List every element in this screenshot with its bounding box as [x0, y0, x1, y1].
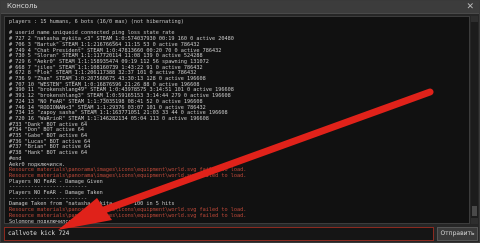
command-row: callvote kick 724 Отправить — [4, 227, 478, 241]
console-output: players : 15 humans, 6 bots (16/0 max) (… — [4, 16, 470, 224]
console-line: players : 15 humans, 6 bots (16/0 max) (… — [9, 19, 184, 25]
console-window: Консоль ✕ players : 15 humans, 6 bots (1… — [0, 0, 480, 243]
window-title: Консоль — [7, 2, 38, 10]
scroll-up-arrow[interactable] — [471, 16, 478, 22]
output-scrollbar[interactable] — [471, 16, 478, 224]
command-input[interactable]: callvote kick 724 — [4, 227, 434, 241]
close-icon[interactable]: ✕ — [466, 1, 474, 13]
console-line: Solomone подключился. — [9, 218, 75, 224]
submit-button[interactable]: Отправить — [437, 227, 478, 241]
scroll-thumb[interactable] — [472, 206, 477, 216]
title-bar: Консоль ✕ — [1, 1, 479, 14]
scroll-down-arrow[interactable] — [471, 218, 478, 224]
